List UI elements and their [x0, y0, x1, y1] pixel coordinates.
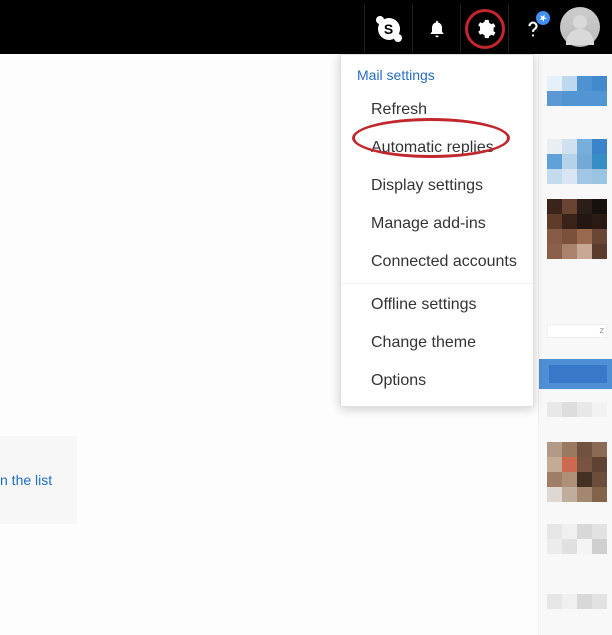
pixelated-thumbnail: [547, 594, 607, 609]
menu-item-options[interactable]: Options: [341, 362, 533, 400]
skype-icon: S: [378, 18, 400, 40]
avatar[interactable]: [560, 7, 600, 47]
menu-item-manage-addins[interactable]: Manage add-ins: [341, 205, 533, 243]
help-button[interactable]: [508, 5, 556, 53]
notification-badge-icon: [536, 11, 550, 25]
menu-item-refresh[interactable]: Refresh: [341, 91, 533, 129]
pixelated-thumbnail: [547, 199, 607, 259]
dropdown-separator: [341, 283, 533, 284]
notifications-button[interactable]: [412, 5, 460, 53]
menu-item-connected-accounts[interactable]: Connected accounts: [341, 243, 533, 281]
top-bar: S: [0, 0, 612, 54]
settings-dropdown: Mail settings Refresh Automatic replies …: [340, 54, 534, 407]
bell-icon: [427, 19, 447, 39]
menu-item-change-theme[interactable]: Change theme: [341, 324, 533, 362]
right-sidebar: z: [538, 54, 612, 635]
menu-item-automatic-replies[interactable]: Automatic replies: [341, 129, 533, 167]
pixelated-thumbnail: [547, 76, 607, 106]
pixelated-thumbnail: [547, 402, 607, 417]
menu-item-offline-settings[interactable]: Offline settings: [341, 286, 533, 324]
list-panel-text: n the list: [0, 472, 52, 488]
pixelated-thumbnail: [547, 139, 607, 184]
dropdown-header: Mail settings: [341, 55, 533, 91]
pixelated-text: z: [547, 324, 607, 338]
gear-icon: [474, 18, 496, 40]
settings-button[interactable]: [460, 5, 508, 53]
pixelated-thumbnail: [547, 442, 607, 502]
skype-button[interactable]: S: [364, 5, 412, 53]
pixelated-thumbnail: [547, 524, 607, 554]
topbar-icons: S: [364, 0, 600, 54]
selected-row-bg: [539, 359, 612, 389]
menu-item-display-settings[interactable]: Display settings: [341, 167, 533, 205]
